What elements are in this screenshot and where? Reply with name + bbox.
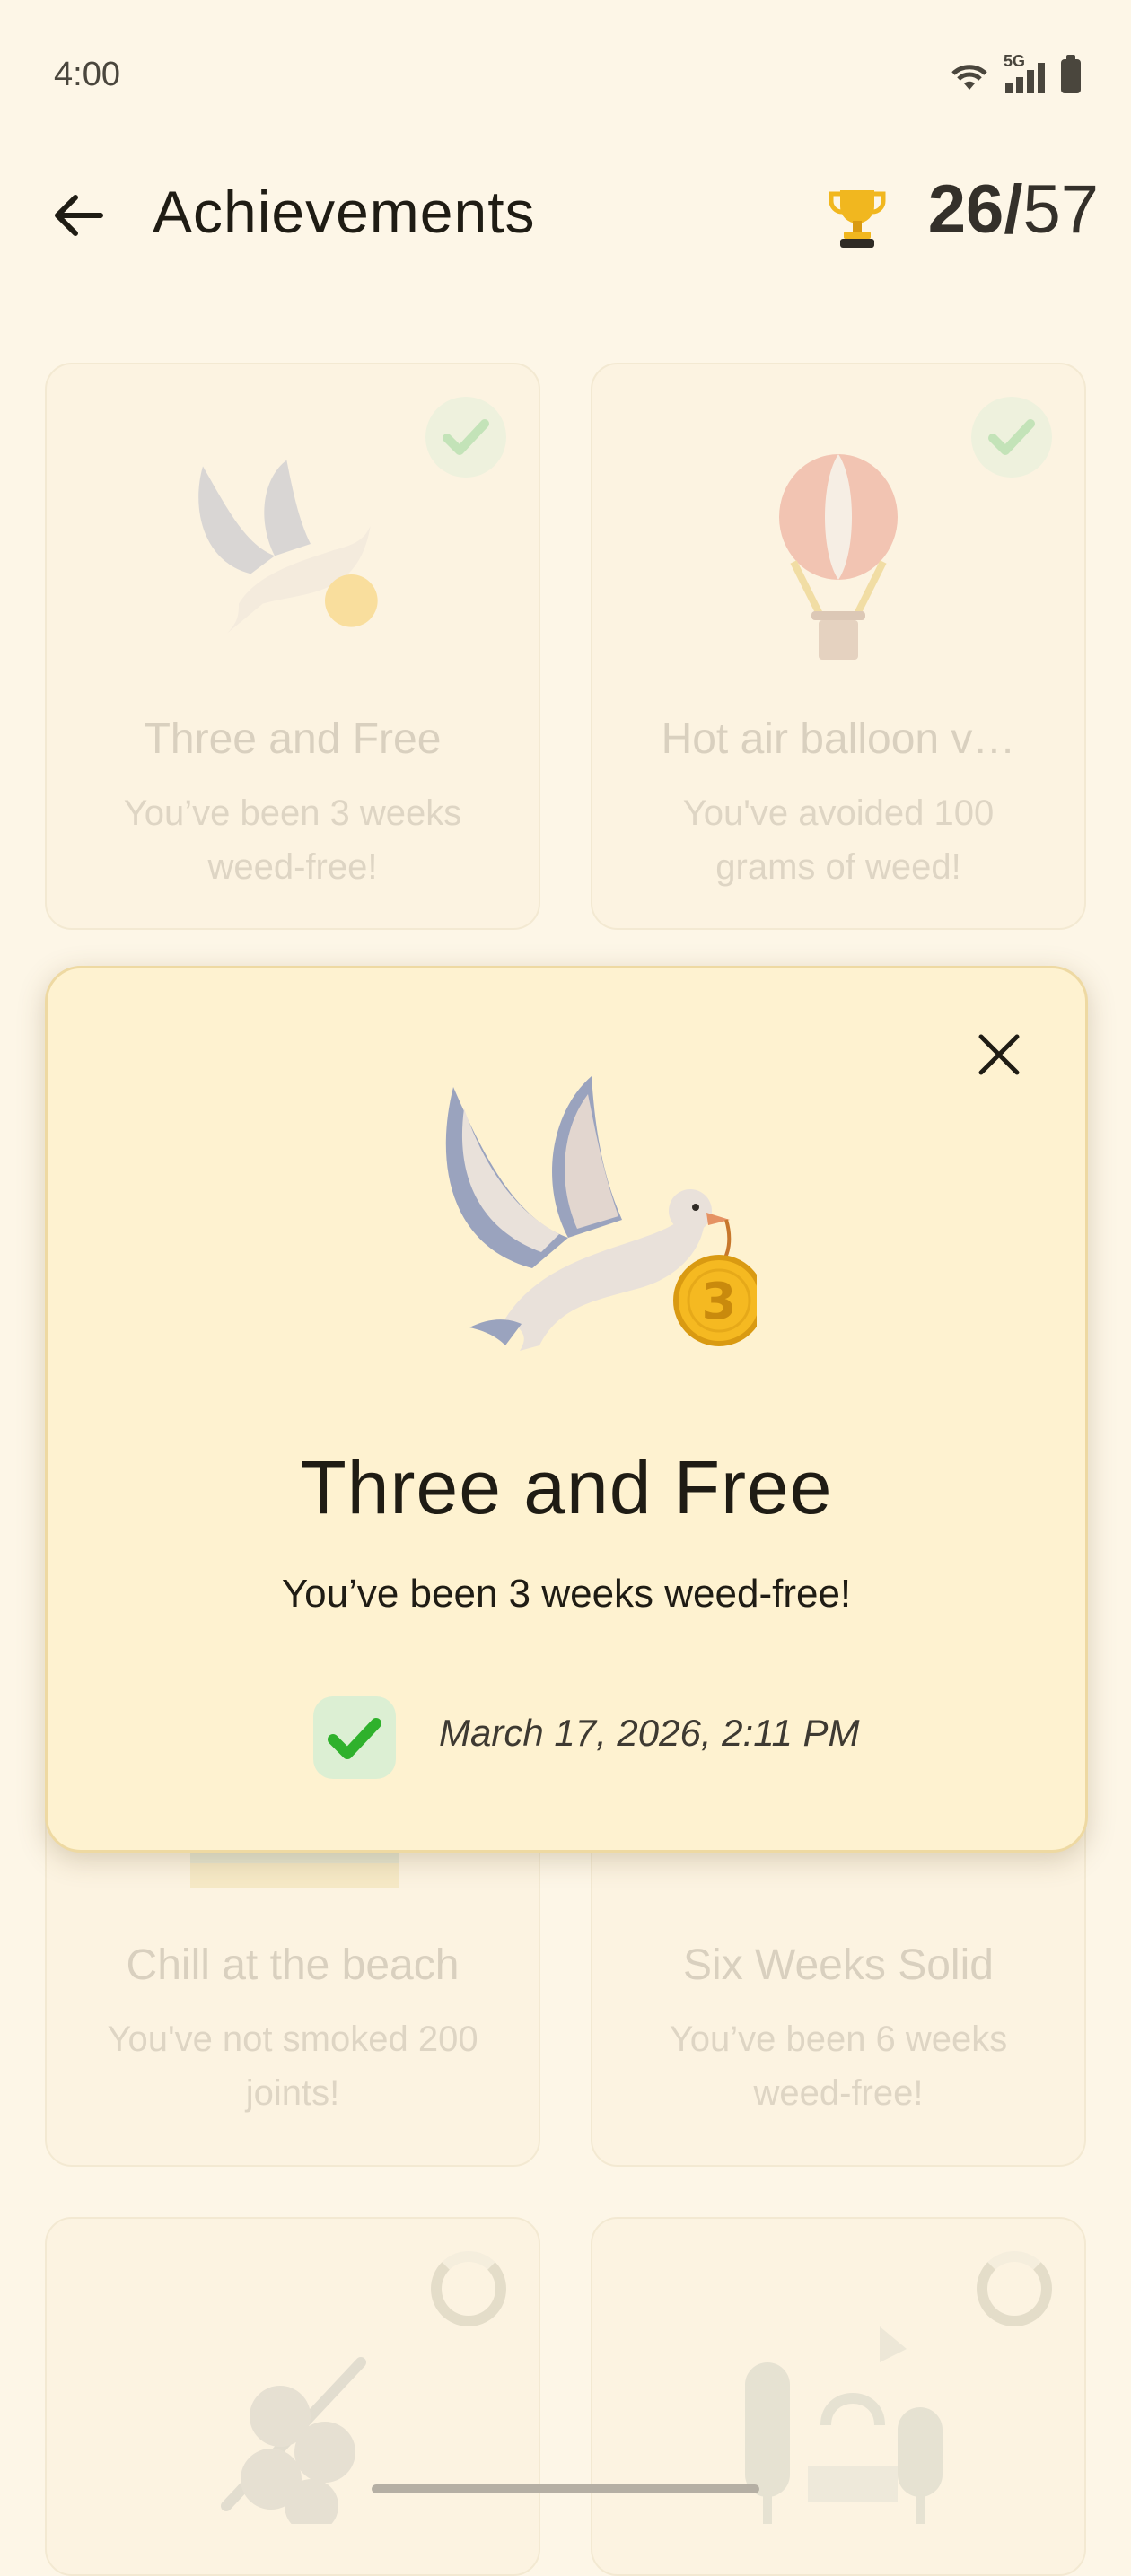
trophy-icon [829, 190, 886, 248]
hot-air-balloon-icon [779, 454, 898, 660]
close-icon[interactable] [967, 1022, 1031, 1087]
achievement-score: 26/57 [928, 171, 1099, 249]
achievement-card[interactable]: Three and Free You’ve been 3 weeks weed-… [45, 363, 540, 930]
app-bar: Achievements 26/57 [0, 153, 1131, 278]
card-title: Six Weeks Solid [683, 1941, 994, 1989]
cellular-icon: 5G [1004, 52, 1048, 93]
card-title: Chill at the beach [126, 1941, 460, 1989]
beach-illustration [190, 1851, 399, 1892]
total-count: 57 [1022, 171, 1099, 248]
completion-date: March 17, 2026, 2:11 PM [439, 1712, 860, 1754]
score-separator: / [1004, 171, 1023, 248]
battery-icon [1061, 55, 1081, 93]
achievement-card[interactable]: Hot air balloon v… You've avoided 100 gr… [591, 363, 1086, 930]
home-indicator[interactable] [372, 2484, 759, 2493]
back-arrow-icon[interactable] [43, 180, 115, 251]
park-icon [745, 2326, 942, 2524]
achievement-card[interactable] [591, 2217, 1086, 2576]
completed-check-icon [313, 1696, 396, 1779]
joints-icon [221, 2357, 366, 2524]
progress-ring-icon [431, 2251, 506, 2326]
dialog-title: Three and Free [300, 1445, 833, 1529]
card-description: You've not smoked 200 joints! [107, 2020, 478, 2113]
achievement-card[interactable] [45, 2217, 540, 2576]
earned-count: 26 [927, 171, 1004, 248]
card-description: You’ve been 6 weeks weed-free! [669, 2020, 1008, 2113]
card-title: Hot air balloon v… [661, 715, 1016, 763]
progress-ring-icon [977, 2251, 1052, 2326]
status-icons: 5G [948, 52, 1081, 93]
dove-medal-icon [198, 460, 378, 634]
status-bar: 4:00 5G [0, 0, 1131, 153]
network-type: 5G [1004, 52, 1026, 70]
card-description: You’ve been 3 weeks weed-free! [123, 793, 462, 887]
medal-number: 3 [702, 1273, 737, 1331]
card-description: You've avoided 100 grams of weed! [682, 793, 995, 887]
card-title: Three and Free [144, 715, 442, 763]
achievement-detail-dialog: 3 Three and Free You’ve been 3 weeks wee… [45, 966, 1088, 1853]
wifi-icon [951, 65, 987, 90]
page-title: Achievements [153, 179, 536, 245]
dove-medal-icon: 3 [445, 1076, 757, 1351]
dialog-description: You’ve been 3 weeks weed-free! [281, 1572, 852, 1616]
status-time: 4:00 [54, 56, 120, 93]
